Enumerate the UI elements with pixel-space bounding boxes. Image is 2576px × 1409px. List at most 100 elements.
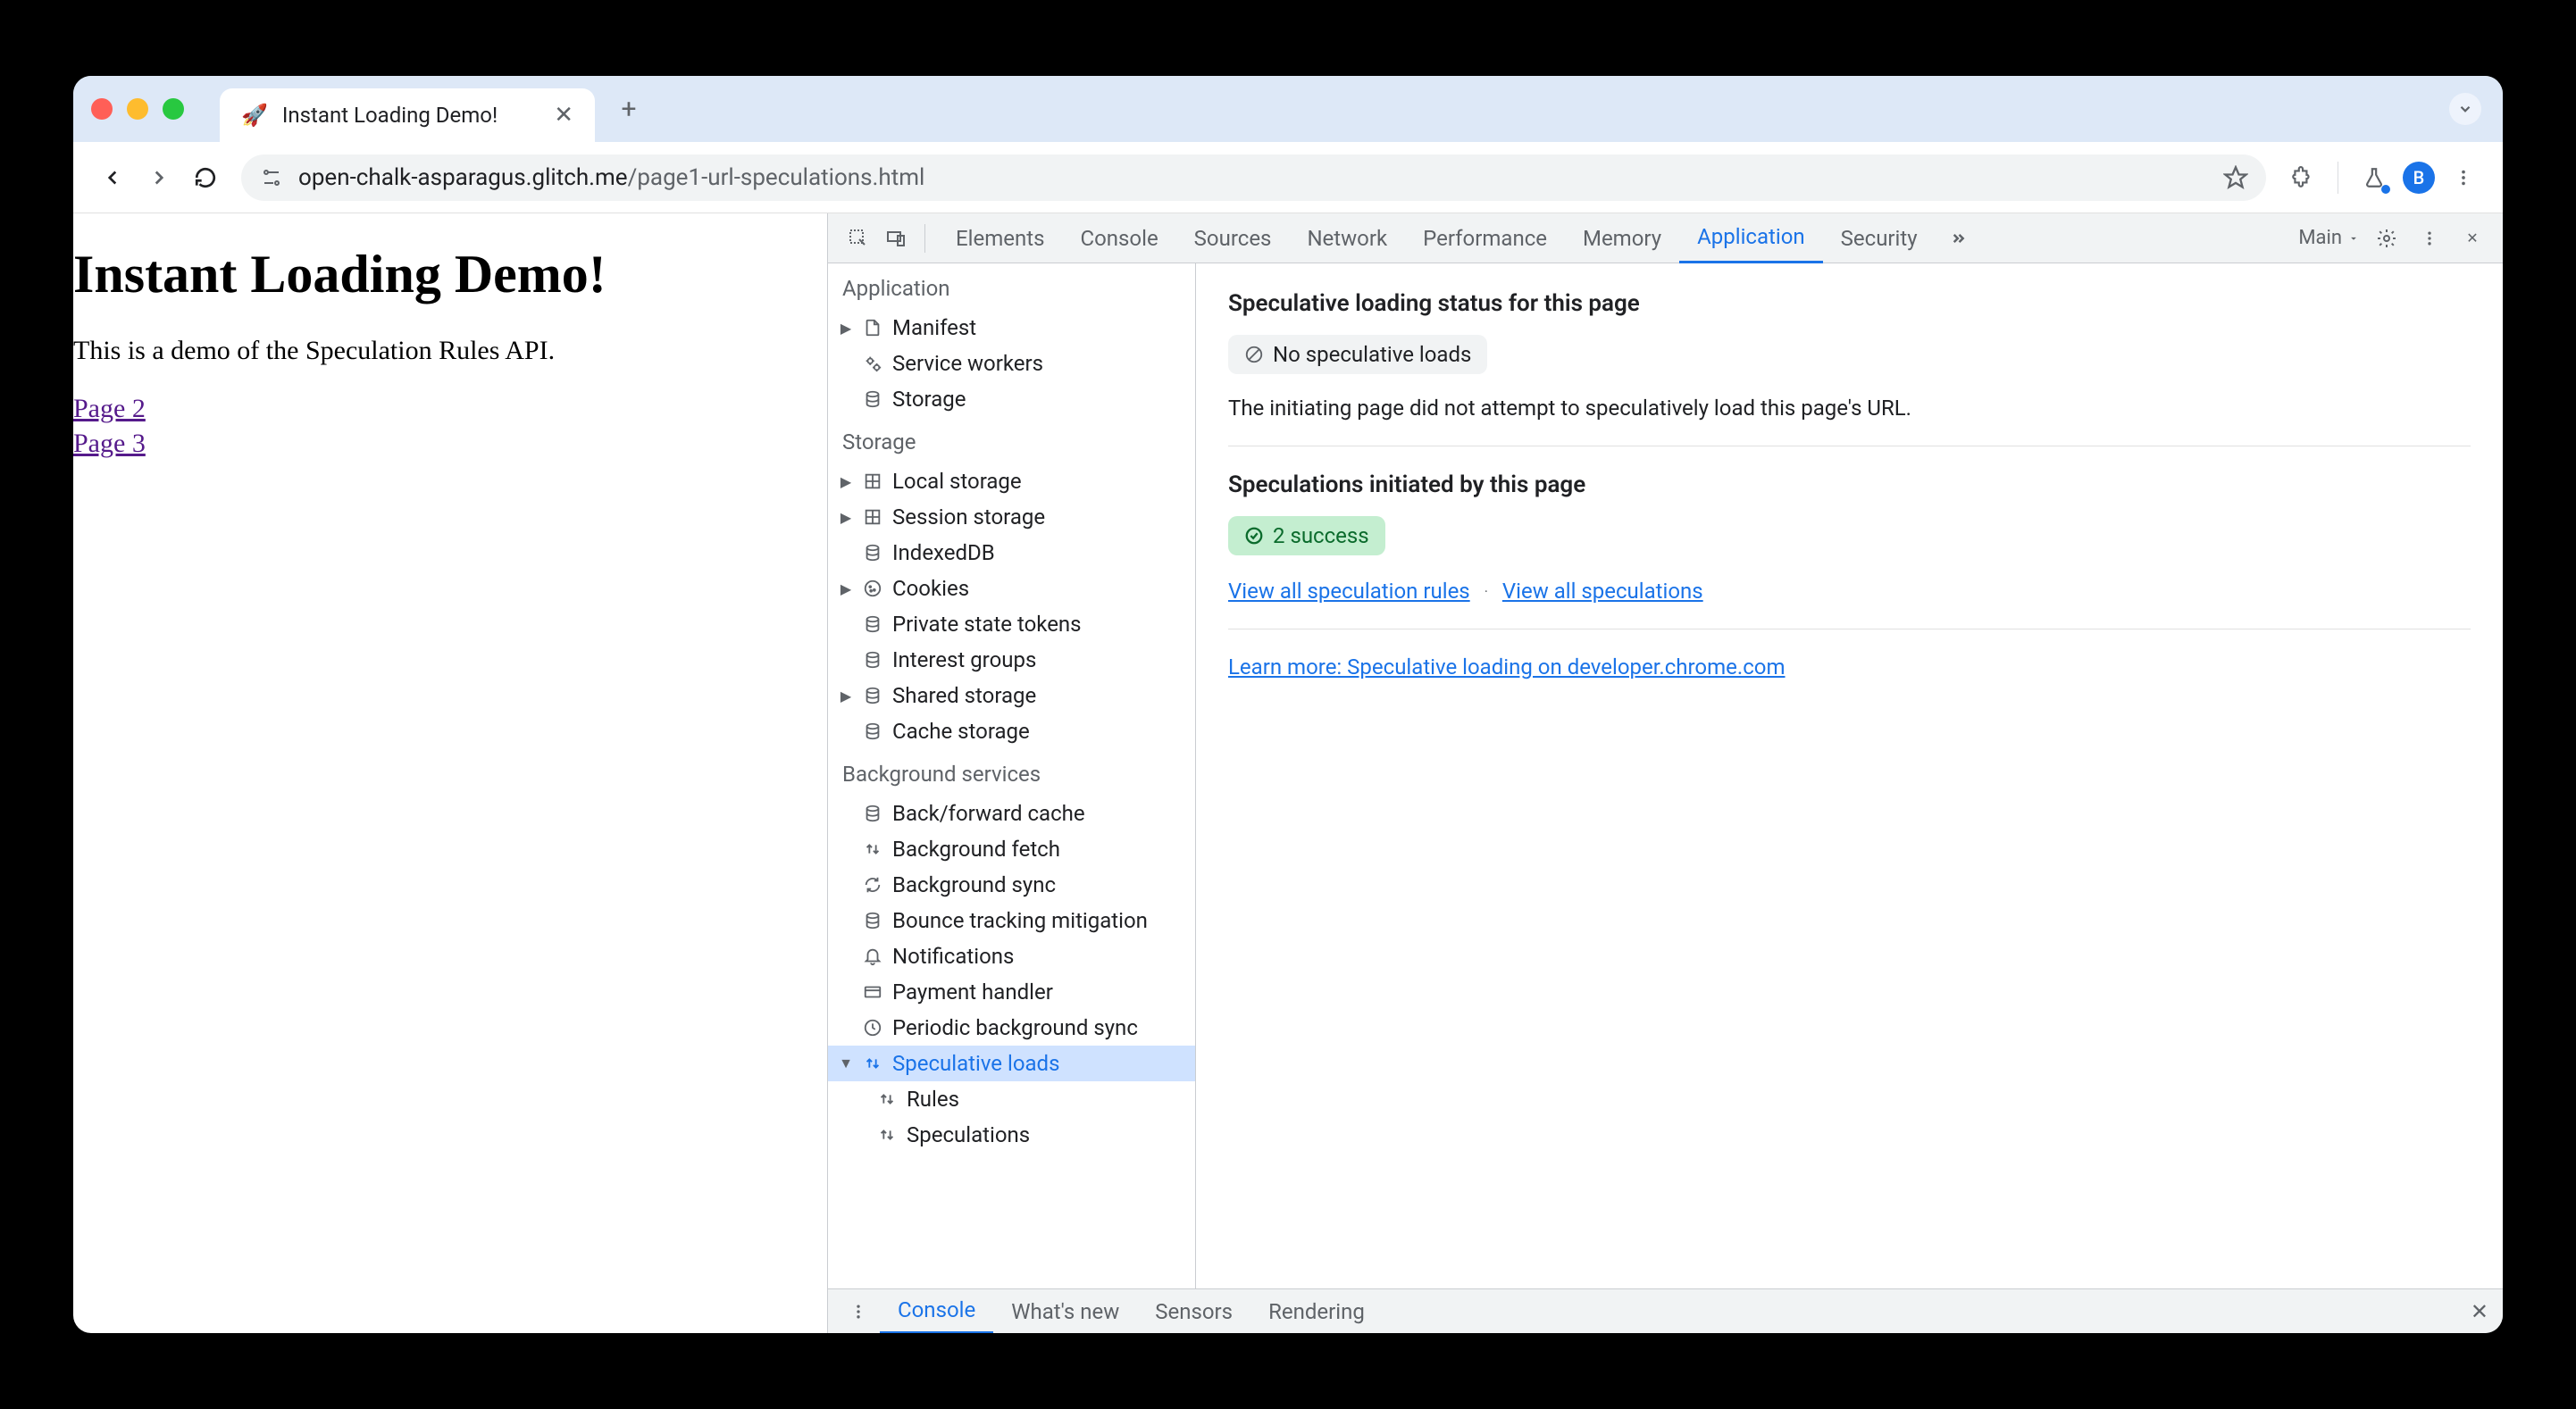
sidebar-item-shared-storage[interactable]: ▶Shared storage [828,678,1195,713]
devtools-menu-icon[interactable] [2413,222,2446,254]
sidebar-item-label: IndexedDB [892,540,995,565]
window-controls [91,98,184,120]
reload-button[interactable] [188,160,223,196]
view-rules-link[interactable]: View all speculation rules [1228,579,1470,604]
devtools-tab-network[interactable]: Network [1289,213,1405,263]
sidebar-item-speculations[interactable]: Speculations [828,1117,1195,1153]
sidebar-item-background-fetch[interactable]: Background fetch [828,831,1195,867]
devtools-close-icon[interactable]: ✕ [2456,222,2488,254]
drawer-tab-sensors[interactable]: Sensors [1137,1289,1250,1334]
sidebar-item-label: Speculative loads [892,1051,1059,1076]
status-badge: No speculative loads [1228,335,1487,374]
bookmark-icon[interactable] [2223,165,2248,190]
settings-icon[interactable] [2371,222,2403,254]
sidebar-item-cache-storage[interactable]: Cache storage [828,713,1195,749]
status-section-title: Speculative loading status for this page [1228,290,2471,317]
sidebar-item-session-storage[interactable]: ▶Session storage [828,499,1195,535]
devtools-tab-elements[interactable]: Elements [938,213,1062,263]
inspect-icon[interactable] [842,222,874,254]
address-bar[interactable]: open-chalk-asparagus.glitch.me/page1-url… [241,154,2266,201]
sidebar-item-label: Rules [907,1087,959,1112]
db-icon [860,908,885,933]
tree-arrow-icon: ▶ [839,320,853,337]
sidebar-item-label: Cache storage [892,719,1030,744]
sidebar-item-cookies[interactable]: ▶Cookies [828,571,1195,606]
sidebar-item-label: Payment handler [892,980,1053,1005]
devtools-tab-performance[interactable]: Performance [1405,213,1565,263]
tab-title: Instant Loading Demo! [282,103,539,128]
sidebar-item-service-workers[interactable]: Service workers [828,346,1195,381]
sidebar-item-rules[interactable]: Rules [828,1081,1195,1117]
divider [924,224,925,253]
back-button[interactable] [95,160,130,196]
sidebar-item-label: Bounce tracking mitigation [892,908,1148,933]
page-heading: Instant Loading Demo! [73,244,827,305]
db-icon [860,612,885,637]
tabs-dropdown[interactable] [2449,93,2481,125]
frame-selector[interactable]: Main [2298,227,2360,249]
more-tabs-icon[interactable] [1941,222,1973,254]
sidebar-item-local-storage[interactable]: ▶Local storage [828,463,1195,499]
sidebar-item-periodic-background-sync[interactable]: Periodic background sync [828,1010,1195,1046]
profile-avatar[interactable]: B [2403,162,2435,194]
sidebar-item-storage[interactable]: Storage [828,381,1195,417]
page-viewport: Instant Loading Demo! This is a demo of … [73,213,827,1333]
application-main-panel: Speculative loading status for this page… [1196,263,2503,1288]
sidebar-item-label: Cookies [892,576,969,601]
page-link[interactable]: Page 3 [73,429,146,458]
maximize-window[interactable] [163,98,184,120]
page-link[interactable]: Page 2 [73,394,146,423]
card-icon [860,980,885,1005]
devtools-tab-memory[interactable]: Memory [1565,213,1679,263]
url-text: open-chalk-asparagus.glitch.me/page1-url… [298,164,924,191]
learn-more-link[interactable]: Learn more: Speculative loading on devel… [1228,654,1786,679]
db-icon [860,801,885,826]
grid-icon [860,469,885,494]
link-separator: · [1485,583,1488,600]
sidebar-item-label: Interest groups [892,647,1036,672]
sidebar-item-indexeddb[interactable]: IndexedDB [828,535,1195,571]
new-tab-button[interactable]: + [609,89,648,129]
db-icon [860,683,885,708]
drawer-tab-console[interactable]: Console [880,1289,993,1334]
updown-icon [860,1051,885,1076]
experiments-icon[interactable] [2356,160,2392,196]
tab-close-icon[interactable]: ✕ [554,102,573,129]
devtools-tab-sources[interactable]: Sources [1176,213,1290,263]
chrome-menu-icon[interactable] [2446,160,2481,196]
minimize-window[interactable] [127,98,148,120]
extensions-icon[interactable] [2284,160,2320,196]
drawer-menu-icon[interactable] [842,1296,874,1328]
drawer-tab-what-s-new[interactable]: What's new [993,1289,1137,1334]
browser-tab[interactable]: 🚀 Instant Loading Demo! ✕ [220,88,595,142]
tree-arrow-icon: ▶ [839,688,853,704]
drawer-close-icon[interactable]: ✕ [2471,1299,2488,1324]
devtools-tab-console[interactable]: Console [1062,213,1175,263]
sidebar-item-label: Local storage [892,469,1022,494]
address-toolbar: open-chalk-asparagus.glitch.me/page1-url… [73,142,2503,213]
sidebar-item-label: Back/forward cache [892,801,1085,826]
sidebar-item-notifications[interactable]: Notifications [828,938,1195,974]
devtools-tab-application[interactable]: Application [1679,213,1823,263]
drawer-tab-rendering[interactable]: Rendering [1250,1289,1383,1334]
tab-bar: 🚀 Instant Loading Demo! ✕ + [73,76,2503,142]
sidebar-item-background-sync[interactable]: Background sync [828,867,1195,903]
sidebar-item-manifest[interactable]: ▶Manifest [828,310,1195,346]
devtools-tab-security[interactable]: Security [1823,213,1936,263]
view-speculations-link[interactable]: View all speculations [1502,579,1703,604]
sidebar-item-back-forward-cache[interactable]: Back/forward cache [828,796,1195,831]
browser-window: 🚀 Instant Loading Demo! ✕ + open-chalk-a… [73,76,2503,1333]
sidebar-item-label: Storage [892,387,966,412]
sidebar-item-payment-handler[interactable]: Payment handler [828,974,1195,1010]
success-badge: 2 success [1228,516,1385,555]
site-settings-icon[interactable] [259,165,284,190]
sidebar-item-private-state-tokens[interactable]: Private state tokens [828,606,1195,642]
updown-icon [860,837,885,862]
close-window[interactable] [91,98,113,120]
sidebar-item-bounce-tracking-mitigation[interactable]: Bounce tracking mitigation [828,903,1195,938]
db-icon [860,647,885,672]
sidebar-item-interest-groups[interactable]: Interest groups [828,642,1195,678]
forward-button[interactable] [141,160,177,196]
sidebar-item-speculative-loads[interactable]: ▼Speculative loads [828,1046,1195,1081]
device-toggle-icon[interactable] [880,222,912,254]
